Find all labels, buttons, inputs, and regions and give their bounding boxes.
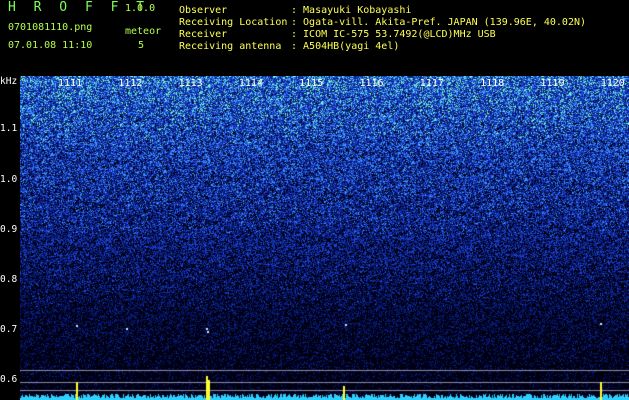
minute-marker-1112: 1112: [118, 78, 143, 89]
app-version: 1.0.0: [125, 3, 156, 14]
location-label: Receiving Location: [179, 17, 288, 28]
observer-label: Observer: [179, 5, 228, 16]
meteor-count: 5: [138, 40, 145, 51]
axis-tick-0-9: 0.9: [0, 224, 18, 235]
axis-tick-0-8: 0.8: [0, 274, 18, 285]
minute-marker-1119: 1119: [540, 78, 565, 89]
axis-unit: kHz: [0, 76, 18, 87]
minute-marker-1114: 1114: [238, 78, 263, 89]
minute-marker-1120: 1120: [600, 78, 625, 89]
minute-marker-1113: 1113: [178, 78, 203, 89]
antenna-label: Receiving antenna: [179, 41, 282, 52]
antenna-value: : A504HB(yagi 4el): [291, 41, 400, 52]
spectrogram-canvas[interactable]: [20, 76, 629, 400]
minute-marker-1115: 1115: [299, 78, 324, 89]
timestamp: 07.01.08 11:10: [8, 40, 93, 51]
axis-tick-1-0: 1.0: [0, 174, 18, 185]
axis-tick-1-1: 1.1: [0, 123, 18, 134]
axis-tick-0-7: 0.7: [0, 324, 18, 335]
observer-value: : Masayuki Kobayashi: [291, 5, 412, 16]
meteor-label: meteor: [125, 26, 162, 37]
minute-marker-1117: 1117: [419, 78, 444, 89]
receiver-value: : ICOM IC-575 53.7492(@LCD)MHz USB: [291, 29, 496, 40]
minute-marker-1116: 1116: [359, 78, 384, 89]
frequency-axis: kHz 1.1 1.0 0.9 0.8 0.7 0.6: [0, 76, 20, 400]
minute-marker-1118: 1118: [480, 78, 505, 89]
location-value: : Ogata-vill. Akita-Pref. JAPAN (139.96E…: [291, 17, 587, 28]
axis-tick-0-6: 0.6: [0, 374, 18, 385]
minute-marker-1111: 1111: [58, 78, 83, 89]
header-panel: H R O F F T 1.0.0 0701081110.png meteor …: [0, 0, 629, 76]
receiver-label: Receiver: [179, 29, 228, 40]
filename: 0701081110.png: [8, 22, 93, 33]
